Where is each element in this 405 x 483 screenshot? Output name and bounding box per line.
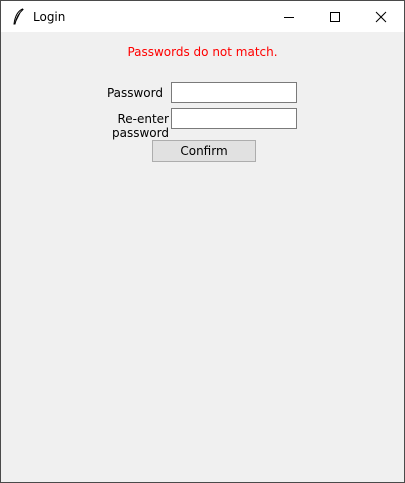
- reenter-password-label: Re-enter password: [112, 112, 169, 140]
- title-bar[interactable]: Login: [1, 1, 404, 32]
- maximize-icon: [330, 12, 340, 22]
- error-message: Passwords do not match.: [127, 45, 278, 59]
- confirm-button[interactable]: Confirm: [152, 140, 256, 162]
- form-area: Passwords do not match. Password Re-ente…: [1, 32, 404, 482]
- password-label: Password: [106, 86, 163, 100]
- close-button[interactable]: [358, 1, 404, 32]
- password-input[interactable]: [171, 82, 297, 103]
- login-window: Login Passwords do not match. Password R…: [0, 0, 405, 483]
- close-icon: [375, 11, 387, 23]
- minimize-button[interactable]: [266, 1, 312, 32]
- minimize-icon: [284, 17, 294, 18]
- reenter-password-input[interactable]: [171, 108, 297, 129]
- window-title: Login: [33, 10, 66, 24]
- maximize-button[interactable]: [312, 1, 358, 32]
- feather-icon: [11, 8, 25, 26]
